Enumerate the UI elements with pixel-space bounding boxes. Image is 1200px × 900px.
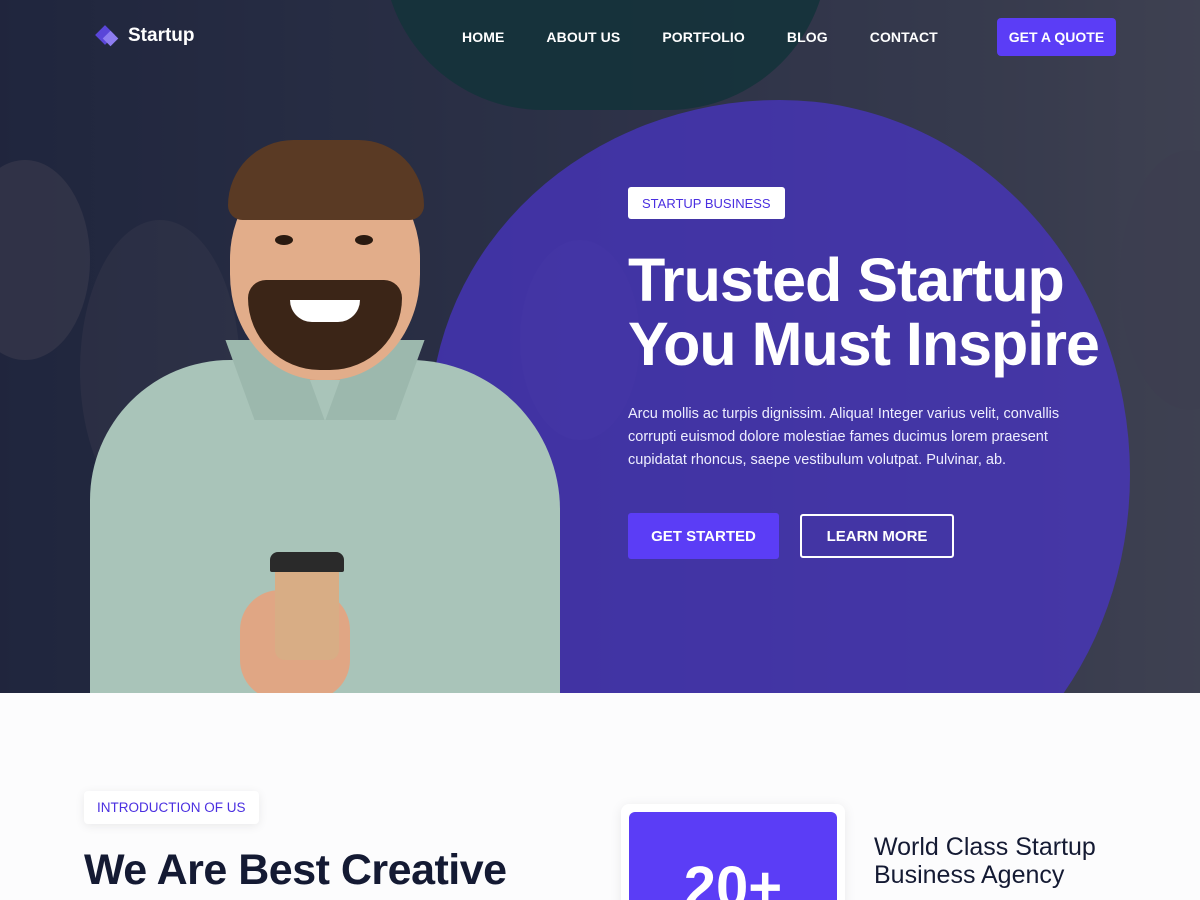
coffee-cup	[275, 560, 339, 660]
main-nav: HOME ABOUT US PORTFOLIO BLOG CONTACT	[462, 29, 938, 45]
hero-person-image	[90, 140, 570, 693]
hero-title: Trusted Startup You Must Inspire	[628, 248, 1148, 376]
hero-title-line2: You Must Inspire	[628, 310, 1100, 378]
intro-title: We Are Best Creative	[84, 846, 507, 894]
hair	[228, 140, 424, 220]
hero-title-line1: Trusted Startup	[628, 246, 1065, 314]
coffee-cup-lid	[270, 552, 344, 572]
eye-left	[275, 235, 293, 245]
smile	[290, 300, 360, 322]
nav-blog[interactable]: BLOG	[787, 29, 828, 45]
hero-description: Arcu mollis ac turpis dignissim. Aliqua!…	[628, 406, 1060, 468]
nav-portfolio[interactable]: PORTFOLIO	[662, 29, 745, 45]
diamond-logo-icon	[95, 24, 120, 48]
logo-text: Startup	[128, 25, 195, 46]
logo[interactable]: Startup	[95, 24, 195, 48]
eye-right	[355, 235, 373, 245]
learn-more-button[interactable]: LEARN MORE	[800, 514, 954, 558]
stat-number: 20+	[683, 855, 783, 900]
get-a-quote-button[interactable]: GET A QUOTE	[997, 18, 1116, 56]
stat-card-inner: 20+	[629, 812, 837, 900]
intro-badge: INTRODUCTION OF US	[84, 791, 259, 824]
agency-title: World Class Startup Business Agency	[874, 833, 1096, 889]
get-started-button[interactable]: GET STARTED	[628, 513, 779, 559]
nav-contact[interactable]: CONTACT	[870, 29, 938, 45]
stat-card: 20+	[621, 804, 845, 900]
hero-badge: STARTUP BUSINESS	[628, 187, 785, 219]
nav-about-us[interactable]: ABOUT US	[546, 29, 620, 45]
nav-home[interactable]: HOME	[462, 29, 504, 45]
